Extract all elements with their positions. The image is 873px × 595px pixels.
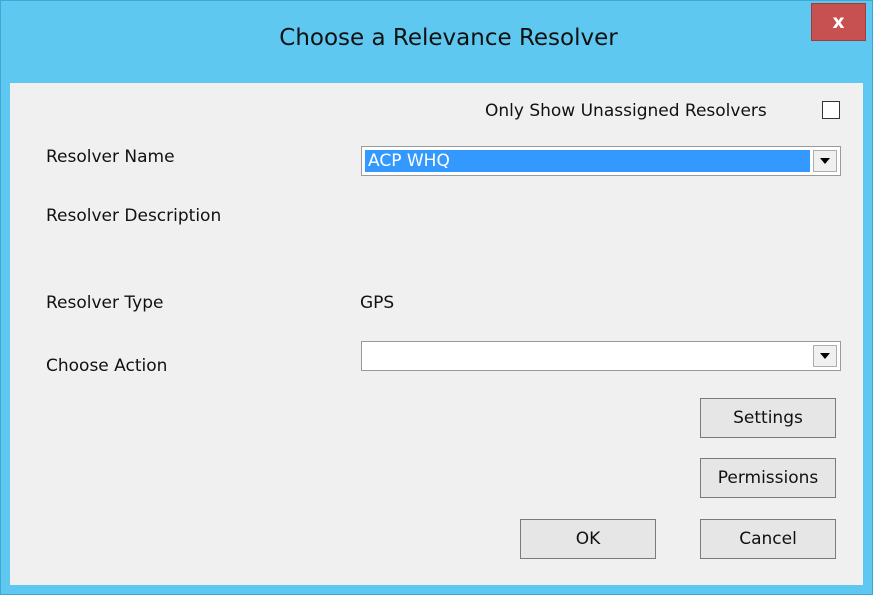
resolver-name-label: Resolver Name — [46, 147, 175, 167]
close-button[interactable]: x — [811, 3, 866, 41]
chevron-down-icon — [820, 353, 830, 359]
chevron-down-icon — [820, 158, 830, 164]
choose-action-dropdown[interactable] — [361, 341, 841, 371]
resolver-description-label: Resolver Description — [46, 206, 222, 226]
resolver-name-dropdown-arrow[interactable] — [813, 150, 837, 172]
dialog-window: Choose a Relevance Resolver x Only Show … — [0, 0, 873, 595]
settings-button[interactable]: Settings — [700, 398, 836, 438]
choose-action-label: Choose Action — [46, 356, 168, 376]
choose-action-dropdown-arrow[interactable] — [813, 345, 837, 367]
dialog-title: Choose a Relevance Resolver — [279, 25, 618, 51]
cancel-button[interactable]: Cancel — [700, 519, 836, 559]
title-bar[interactable]: Choose a Relevance Resolver x — [1, 1, 872, 83]
dialog-body: Only Show Unassigned Resolvers Resolver … — [10, 83, 863, 585]
resolver-type-label: Resolver Type — [46, 293, 164, 313]
resolver-type-value: GPS — [360, 293, 395, 313]
resolver-name-value: ACP WHQ — [365, 150, 810, 172]
only-unassigned-label: Only Show Unassigned Resolvers — [485, 101, 767, 121]
permissions-button[interactable]: Permissions — [700, 458, 836, 498]
ok-button[interactable]: OK — [520, 519, 656, 559]
close-icon: x — [832, 11, 845, 33]
only-unassigned-checkbox[interactable] — [822, 101, 840, 119]
resolver-name-dropdown[interactable]: ACP WHQ — [361, 146, 841, 176]
